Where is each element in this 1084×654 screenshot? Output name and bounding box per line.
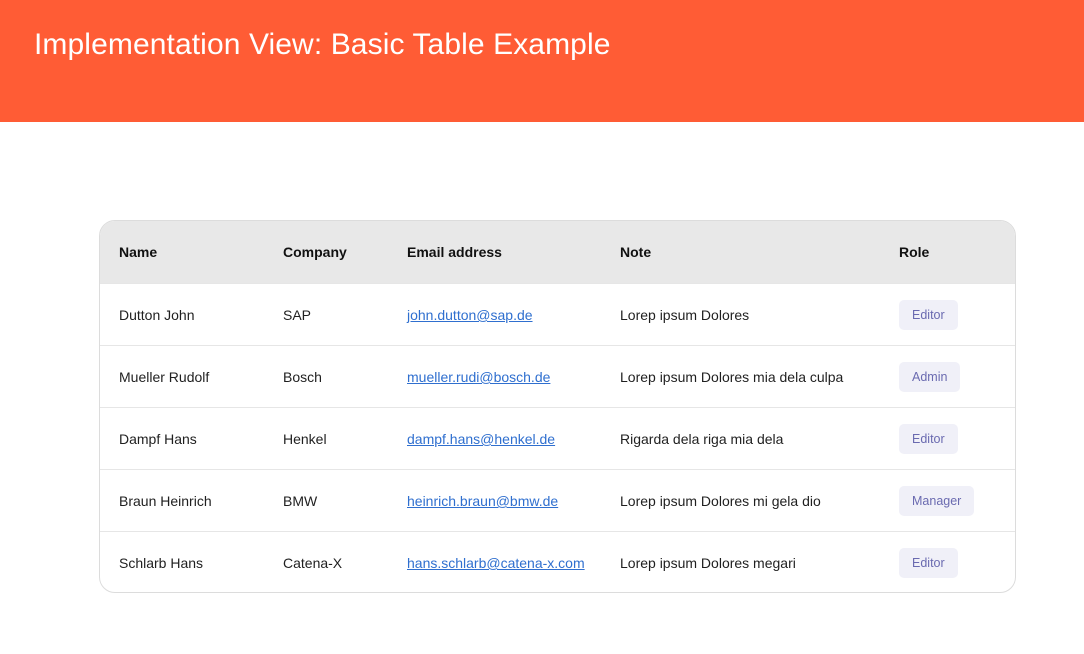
column-header-name[interactable]: Name [119, 221, 157, 283]
cell-name: Mueller Rudolf [119, 369, 210, 385]
table-header-row: Name Company Email address Note Role [100, 221, 1015, 283]
cell-note: Lorep ipsum Dolores megari [620, 555, 796, 571]
cell-name: Dampf Hans [119, 431, 197, 447]
role-badge: Editor [899, 548, 958, 578]
column-header-company[interactable]: Company [283, 221, 347, 283]
cell-note: Lorep ipsum Dolores [620, 307, 750, 323]
table-row[interactable]: Braun Heinrich BMW heinrich.braun@bmw.de… [100, 469, 1015, 531]
column-header-role[interactable]: Role [899, 221, 929, 283]
email-link[interactable]: dampf.hans@henkel.de [407, 431, 555, 447]
column-header-note[interactable]: Note [620, 221, 651, 283]
table-row[interactable]: Schlarb Hans Catena-X hans.schlarb@caten… [100, 531, 1015, 592]
table-row[interactable]: Dampf Hans Henkel dampf.hans@henkel.de R… [100, 407, 1015, 469]
email-link[interactable]: mueller.rudi@bosch.de [407, 369, 550, 385]
role-badge: Editor [899, 300, 958, 330]
email-link[interactable]: hans.schlarb@catena-x.com [407, 555, 585, 571]
data-table: Name Company Email address Note Role Dut… [99, 220, 1016, 593]
role-badge: Editor [899, 424, 958, 454]
cell-name: Dutton John [119, 307, 195, 323]
page-title: Implementation View: Basic Table Example [34, 28, 611, 61]
cell-company: BMW [283, 493, 318, 509]
cell-company: Catena-X [283, 555, 343, 571]
role-badge: Admin [899, 362, 961, 392]
cell-note: Lorep ipsum Dolores mia dela culpa [620, 369, 844, 385]
column-header-email[interactable]: Email address [407, 221, 502, 283]
cell-name: Braun Heinrich [119, 493, 212, 509]
cell-name: Schlarb Hans [119, 555, 204, 571]
email-link[interactable]: john.dutton@sap.de [407, 307, 533, 323]
cell-company: SAP [283, 307, 312, 323]
role-badge: Manager [899, 486, 975, 516]
cell-company: Bosch [283, 369, 322, 385]
table-row[interactable]: Dutton John SAP john.dutton@sap.de Lorep… [100, 283, 1015, 345]
email-link[interactable]: heinrich.braun@bmw.de [407, 493, 558, 509]
cell-company: Henkel [283, 431, 327, 447]
cell-note: Lorep ipsum Dolores mi gela dio [620, 493, 821, 509]
cell-note: Rigarda dela riga mia dela [620, 431, 784, 447]
page-banner: Implementation View: Basic Table Example [0, 0, 1084, 122]
table-row[interactable]: Mueller Rudolf Bosch mueller.rudi@bosch.… [100, 345, 1015, 407]
